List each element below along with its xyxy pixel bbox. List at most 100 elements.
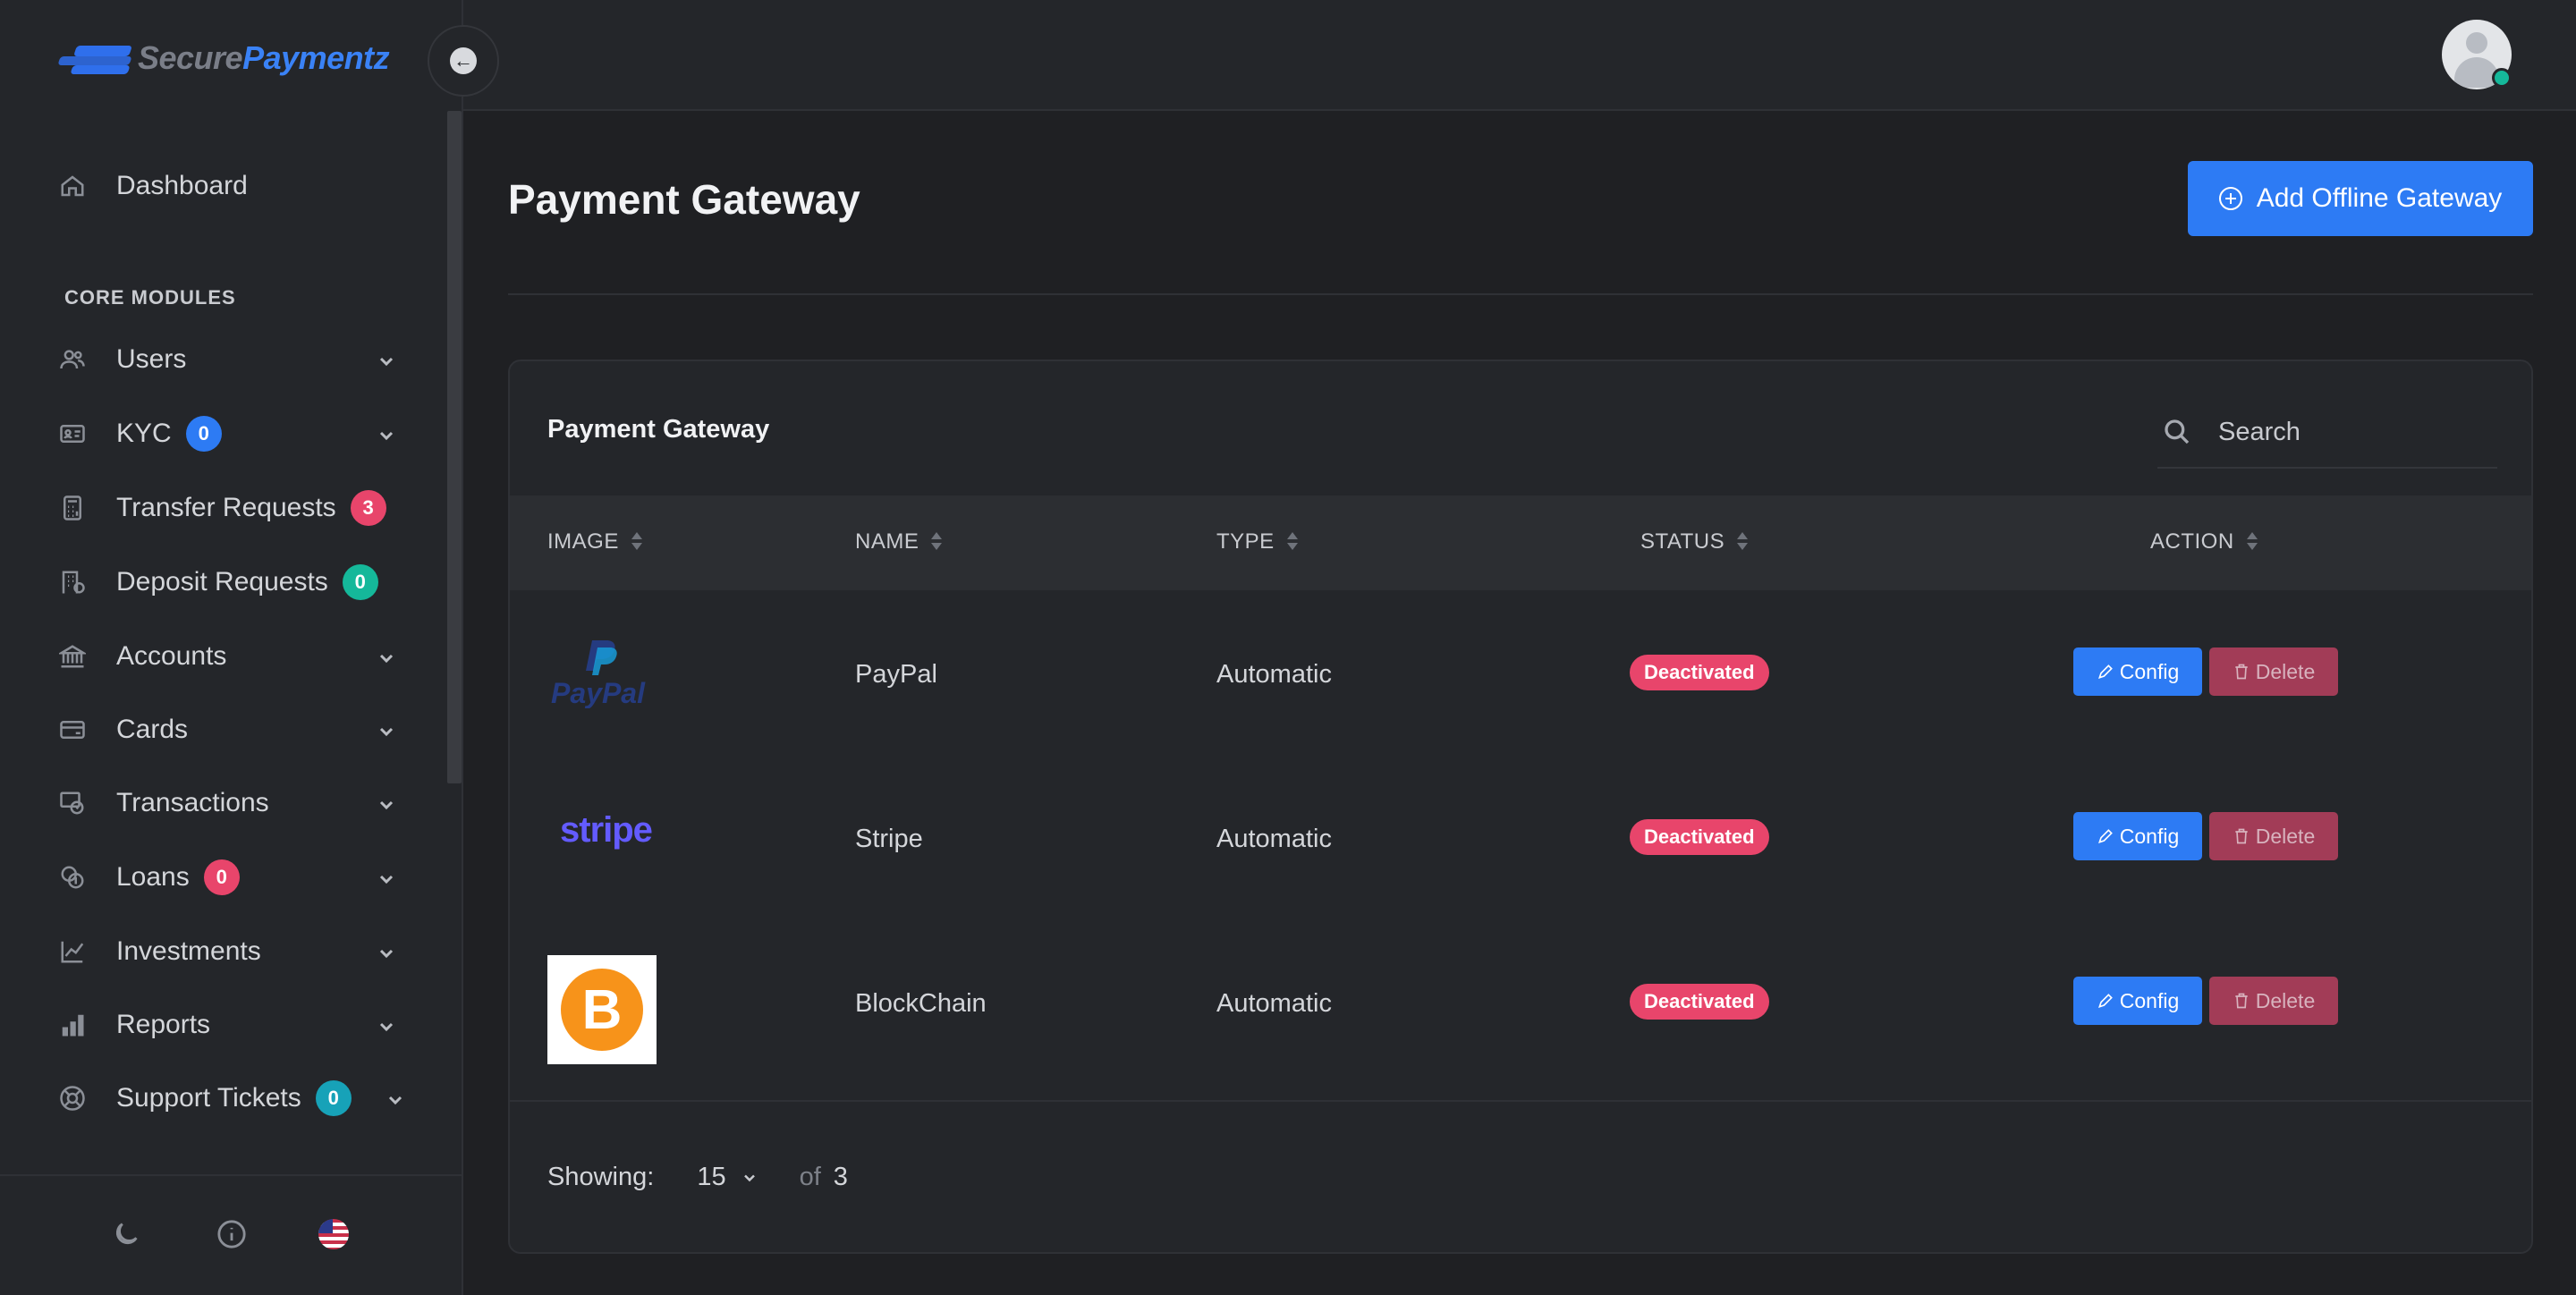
status-badge: Deactivated	[1630, 984, 1769, 1020]
calculator-icon	[57, 493, 88, 523]
table-row: stripe Stripe Automatic Deactivated Conf…	[510, 755, 2531, 919]
home-icon	[57, 171, 88, 201]
bank-icon	[57, 641, 88, 672]
sidebar-item-label: Dashboard	[116, 171, 248, 200]
search-icon	[2165, 419, 2190, 444]
sidebar-item-reports[interactable]: Reports	[57, 998, 397, 1052]
transfer-requests-count-badge: 3	[350, 490, 386, 526]
divider	[510, 1100, 2531, 1102]
chart-line-icon	[57, 936, 88, 967]
svg-text:PayPal: PayPal	[551, 677, 646, 708]
kyc-count-badge: 0	[185, 416, 222, 452]
deposit-requests-count-badge: 0	[342, 564, 378, 600]
bitcoin-logo: B	[547, 955, 657, 1064]
delete-button[interactable]: Delete	[2209, 812, 2338, 860]
table-row: PayPal PayPal Automatic Deactivated Conf…	[510, 590, 2531, 755]
us-flag-icon[interactable]	[318, 1219, 349, 1249]
gateway-type: Automatic	[1216, 825, 1332, 853]
chevron-down-icon	[376, 867, 397, 888]
delete-button[interactable]: Delete	[2209, 648, 2338, 696]
sort-icon	[931, 532, 943, 552]
sidebar-item-transactions[interactable]: Transactions	[57, 776, 397, 830]
sidebar-item-transfer-requests[interactable]: Transfer Requests 3	[57, 481, 397, 535]
column-header-name[interactable]: NAME	[855, 529, 943, 554]
sidebar-item-label: Loans	[116, 862, 190, 892]
sidebar-footer	[0, 1174, 462, 1295]
pencil-icon	[2097, 994, 2113, 1008]
brand-name: SecurePaymentz	[138, 39, 390, 76]
divider	[508, 293, 2533, 295]
logo-mark-icon	[50, 40, 132, 76]
sidebar-item-kyc[interactable]: KYC 0	[57, 407, 397, 461]
arrow-left-icon: ←	[450, 47, 477, 74]
per-page-select[interactable]: 15	[697, 1163, 758, 1192]
gateway-type: Automatic	[1216, 989, 1332, 1018]
chevron-down-icon	[376, 349, 397, 370]
topbar	[463, 0, 2576, 111]
sidebar-collapse-button[interactable]: ←	[428, 25, 499, 97]
search-input[interactable]	[2218, 417, 2487, 447]
of-label: of	[799, 1163, 821, 1191]
chevron-down-icon	[376, 792, 397, 814]
gateway-name: PayPal	[855, 660, 937, 689]
chevron-down-icon	[376, 941, 397, 962]
per-page-value: 15	[697, 1163, 726, 1191]
sort-icon	[1286, 532, 1298, 552]
config-button[interactable]: Config	[2073, 812, 2202, 860]
chevron-down-icon	[385, 1088, 406, 1109]
credit-card-icon	[57, 715, 88, 745]
sidebar-item-label: Cards	[116, 715, 189, 744]
online-status-dot	[2492, 68, 2512, 88]
table-row: B BlockChain Automatic Deactivated Confi…	[510, 919, 2531, 1084]
column-header-image[interactable]: IMAGE	[547, 529, 642, 554]
chevron-down-icon	[376, 646, 397, 667]
sidebar-item-dashboard[interactable]: Dashboard	[57, 159, 397, 213]
stripe-logo: stripe	[560, 810, 653, 850]
support-tickets-count-badge: 0	[315, 1080, 352, 1116]
sort-icon	[2246, 532, 2258, 552]
sidebar-item-deposit-requests[interactable]: Deposit Requests 0	[57, 555, 397, 609]
showing-label: Showing:	[547, 1163, 655, 1191]
users-icon	[57, 344, 88, 375]
moon-icon[interactable]	[111, 1219, 141, 1249]
gateway-type: Automatic	[1216, 660, 1332, 689]
delete-button[interactable]: Delete	[2209, 977, 2338, 1025]
gateway-name: Stripe	[855, 825, 923, 853]
sidebar-scrollbar[interactable]	[447, 111, 462, 783]
coins-icon	[57, 862, 88, 893]
paypal-logo: PayPal	[551, 640, 646, 708]
trash-icon	[2235, 664, 2248, 680]
sidebar-item-cards[interactable]: Cards	[57, 703, 397, 757]
sidebar-item-users[interactable]: Users	[57, 333, 397, 386]
sidebar-item-support-tickets[interactable]: Support Tickets 0	[57, 1071, 402, 1125]
brand-logo[interactable]: SecurePaymentz	[50, 36, 390, 80]
add-offline-gateway-label: Add Offline Gateway	[2256, 183, 2503, 213]
section-title: CORE MODULES	[64, 286, 236, 309]
status-badge: Deactivated	[1630, 655, 1769, 690]
info-icon[interactable]	[216, 1219, 247, 1249]
add-offline-gateway-button[interactable]: Add Offline Gateway	[2188, 161, 2533, 236]
config-button[interactable]: Config	[2073, 977, 2202, 1025]
sidebar-item-label: Reports	[116, 1010, 211, 1039]
pencil-icon	[2097, 829, 2113, 843]
gateway-table-card: Payment Gateway IMAGE NAME TYPE STATUS A…	[508, 360, 2533, 1254]
column-header-status[interactable]: STATUS	[1640, 529, 1749, 554]
sort-icon	[1737, 532, 1749, 552]
column-header-action[interactable]: ACTION	[2150, 529, 2258, 554]
card-title: Payment Gateway	[547, 415, 770, 444]
sidebar-item-accounts[interactable]: Accounts	[57, 630, 397, 683]
chevron-down-icon	[376, 719, 397, 741]
sidebar-item-label: Users	[116, 344, 187, 374]
lifebuoy-icon	[57, 1083, 88, 1113]
config-button[interactable]: Config	[2073, 648, 2202, 696]
sidebar-item-investments[interactable]: Investments	[57, 925, 397, 978]
pencil-icon	[2097, 664, 2113, 679]
sidebar-item-loans[interactable]: Loans 0	[57, 851, 397, 904]
sidebar: SecurePaymentz Dashboard CORE MODULES Us…	[0, 0, 463, 1295]
sort-icon	[631, 532, 642, 552]
building-icon	[57, 567, 88, 597]
chevron-down-icon	[743, 1174, 755, 1181]
sidebar-item-label: Support Tickets	[116, 1083, 301, 1113]
column-header-type[interactable]: TYPE	[1216, 529, 1298, 554]
sidebar-item-label: Deposit Requests	[116, 567, 328, 597]
